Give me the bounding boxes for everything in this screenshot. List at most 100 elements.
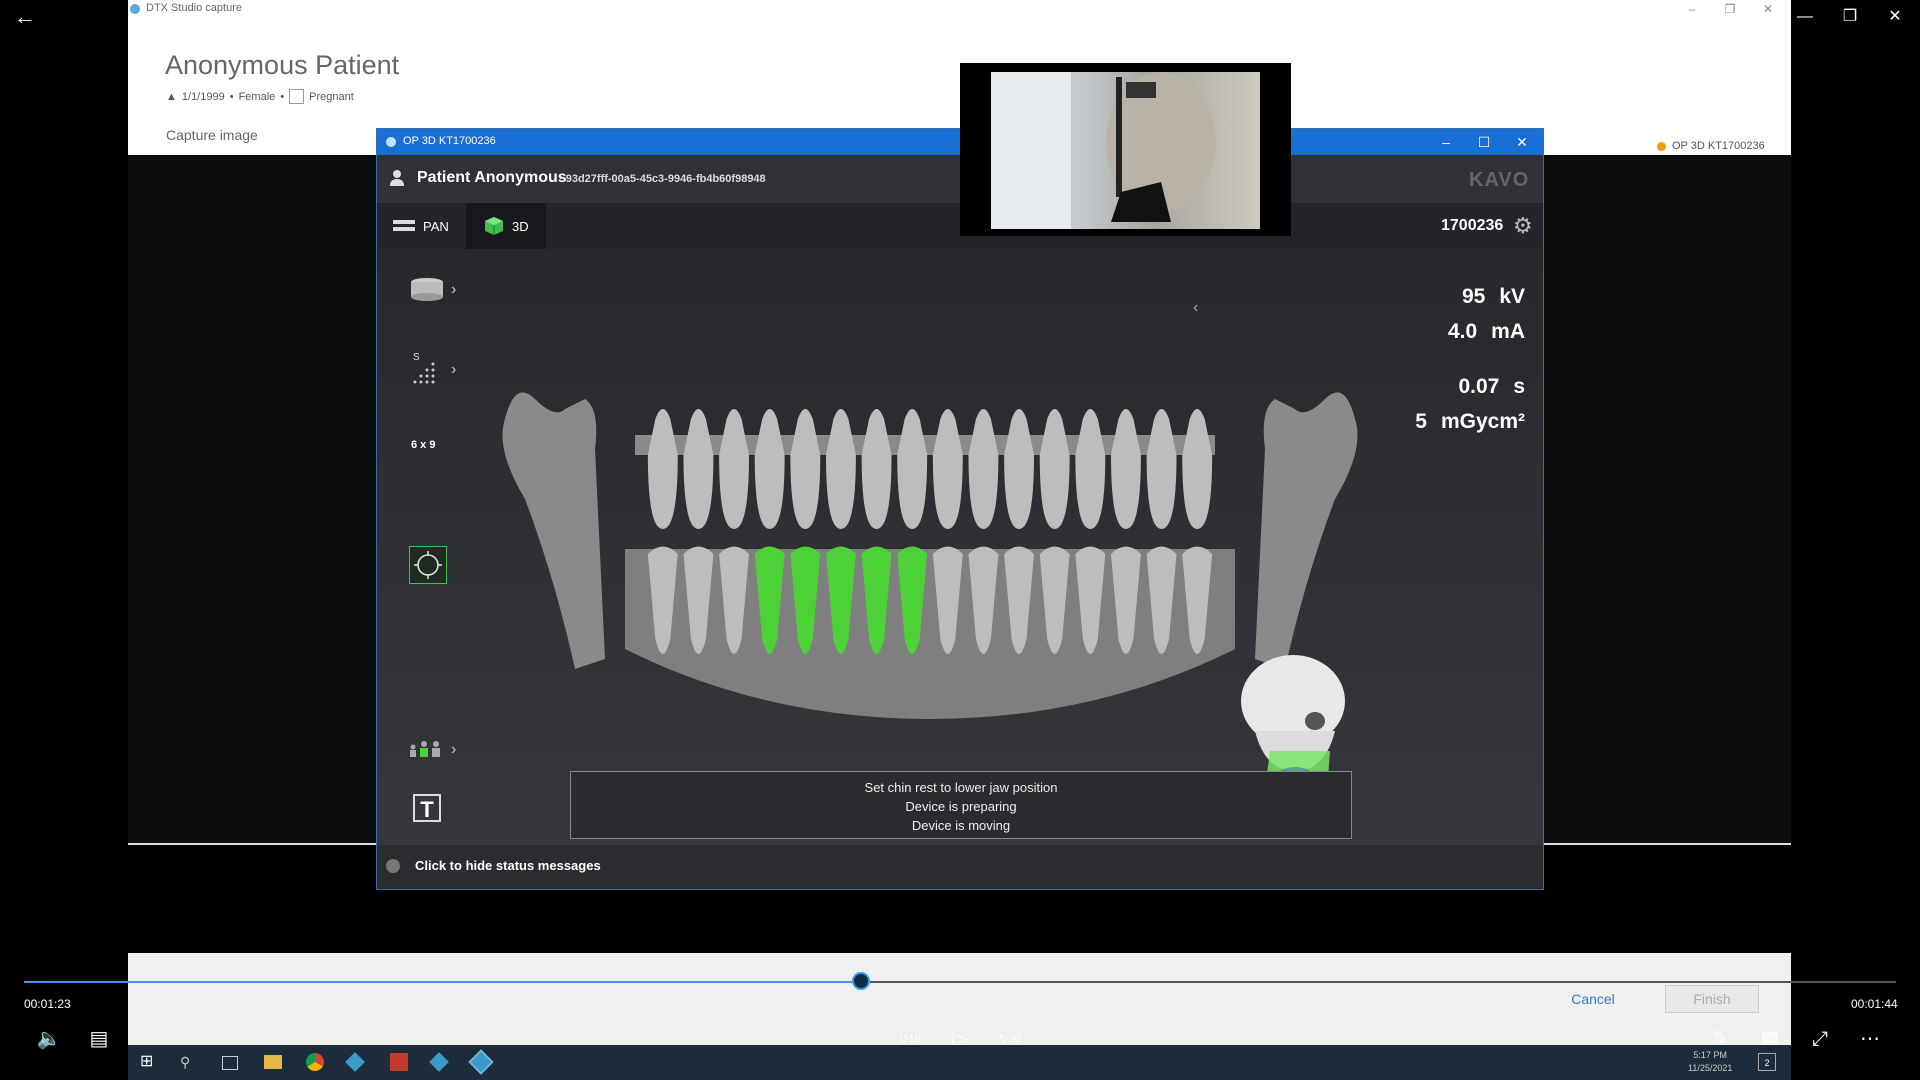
current-time: 00:01:23 (24, 997, 71, 1011)
notification-icon[interactable]: 2 (1758, 1053, 1776, 1071)
status-message: Device is moving (911, 818, 1011, 833)
modal-minimize-button[interactable]: – (1427, 129, 1465, 155)
left-ramus (502, 392, 605, 669)
upper-tooth[interactable] (968, 409, 999, 529)
upper-tooth[interactable] (825, 409, 856, 529)
cancel-button[interactable]: Cancel (1550, 985, 1636, 1013)
cube-icon (485, 217, 503, 235)
param-dose-value: 5 (1415, 410, 1427, 433)
file-explorer-icon[interactable] (264, 1055, 282, 1069)
device-serial: 1700236 (1441, 217, 1504, 234)
hide-status-messages-link[interactable]: Click to hide status messages (415, 858, 601, 873)
status-messages-box: Set chin rest to lower jaw position Devi… (570, 771, 1352, 839)
taskbar-time: 5:17 PM (1693, 1050, 1727, 1060)
upper-tooth[interactable] (1039, 409, 1070, 529)
param-kv-value: 95 (1461, 285, 1486, 308)
player-minimize-button[interactable]: — (1787, 4, 1823, 30)
fov-cylinder-icon[interactable] (409, 277, 445, 303)
upper-tooth[interactable] (790, 409, 821, 529)
upper-tooth[interactable] (1146, 409, 1177, 529)
op3d-taskbar-icon[interactable] (468, 1049, 494, 1075)
param-ma-value: 4.0 (1447, 320, 1478, 343)
search-icon[interactable]: ⚲ (180, 1053, 198, 1071)
skip-back-label: 10 (908, 1033, 921, 1045)
more-options-icon[interactable]: ⋯ (1853, 1025, 1887, 1053)
dtx-restore-button[interactable]: ❐ (1714, 0, 1746, 18)
finish-button[interactable]: Finish (1665, 985, 1759, 1013)
patient-size-icon[interactable] (407, 739, 443, 759)
pan-icon (393, 220, 415, 231)
dtx-app-icon (130, 4, 140, 14)
windows-start-icon[interactable]: ⊞ (140, 1053, 158, 1071)
param-time: 0.07 s (1458, 375, 1525, 399)
fullscreen-icon[interactable]: ⤢ (1803, 1025, 1837, 1053)
progress-fill (24, 981, 863, 983)
dtx-taskbar-icon[interactable] (345, 1052, 365, 1072)
text-tool-icon[interactable]: T (413, 794, 441, 822)
person-icon (390, 170, 404, 186)
progress-knob[interactable] (852, 972, 870, 990)
tab-3d[interactable]: 3D (466, 203, 546, 249)
taskbar-date: 11/25/2021 (1688, 1063, 1733, 1073)
modal-close-button[interactable]: ✕ (1503, 129, 1541, 155)
modal-app-icon (386, 137, 396, 147)
chrome-icon[interactable] (306, 1053, 324, 1071)
gear-icon[interactable]: ⚙ (1513, 215, 1535, 237)
upper-tooth[interactable] (1075, 409, 1106, 529)
capture-content: › 6 x 9 S › › T ‹ 95 kV 4.0 mA 0.07 s 5 … (377, 249, 1543, 845)
positioning-target-button[interactable] (409, 546, 447, 584)
resolution-dots-icon[interactable] (413, 360, 441, 388)
param-dose-unit: mGycm² (1440, 410, 1525, 433)
upper-tooth[interactable] (861, 409, 892, 529)
tab-pan-label: PAN (423, 218, 449, 234)
capture-image-label: Capture image (166, 127, 258, 143)
patient-size-chevron-icon[interactable]: › (451, 741, 456, 759)
param-ma: 4.0 mA (1448, 320, 1525, 344)
upper-tooth[interactable] (683, 409, 714, 529)
upper-tooth[interactable] (754, 409, 785, 529)
patient-dob: 1/1/1999 (181, 90, 225, 103)
dtx-minimize-button[interactable]: – (1676, 0, 1708, 18)
volume-icon[interactable]: 🔈 (32, 1025, 66, 1053)
patient-name-heading: Anonymous Patient (165, 50, 400, 80)
back-arrow-icon[interactable]: ← (10, 4, 40, 30)
resolution-chevron-icon[interactable]: › (451, 361, 456, 379)
player-maximize-button[interactable]: ❐ (1832, 4, 1868, 30)
mandible-body (625, 549, 1235, 719)
right-ramus (1255, 392, 1358, 669)
modal-maximize-button[interactable]: ☐ (1465, 129, 1503, 155)
camera-image (991, 72, 1260, 229)
status-footer: Click to hide status messages (377, 845, 1543, 889)
upper-tooth[interactable] (1110, 409, 1141, 529)
param-kv-unit: kV (1499, 285, 1525, 308)
status-message: Set chin rest to lower jaw position (864, 780, 1058, 795)
player-close-button[interactable]: ✕ (1877, 4, 1913, 30)
upper-tooth[interactable] (719, 409, 750, 529)
camera-scene (991, 72, 1216, 229)
upper-tooth[interactable] (1182, 409, 1213, 529)
task-view-icon[interactable] (222, 1056, 238, 1070)
windows-taskbar: ⊞ ⚲ 5:17 PM 11/25/2021 2 (128, 1045, 1791, 1080)
pregnant-checkbox[interactable] (289, 89, 305, 104)
upper-tooth[interactable] (932, 409, 963, 529)
app-red-icon[interactable] (390, 1053, 408, 1071)
dtx-window-title: DTX Studio capture (146, 2, 242, 14)
upper-tooth[interactable] (1004, 409, 1035, 529)
fov-chevron-icon[interactable]: › (451, 281, 456, 299)
app-hex-icon[interactable] (429, 1052, 449, 1072)
header-patient-name: Patient Anonymous (417, 169, 567, 186)
taskbar-clock: 5:17 PM 11/25/2021 (1688, 1049, 1732, 1075)
fov-label: 6 x 9 (411, 439, 436, 451)
captions-icon[interactable]: ▤ (82, 1025, 116, 1053)
device-status-label: OP 3D KT1700236 (1672, 140, 1765, 152)
skip-forward-label: 30 (1008, 1033, 1021, 1045)
tab-pan[interactable]: PAN (393, 203, 465, 249)
status-toggle-icon[interactable] (386, 859, 400, 873)
dtx-close-button[interactable]: ✕ (1752, 0, 1784, 18)
params-collapse-chevron-icon[interactable]: ‹ (1193, 299, 1198, 317)
upper-tooth[interactable] (897, 409, 928, 529)
upper-tooth[interactable] (647, 409, 678, 529)
param-ma-unit: mA (1491, 320, 1525, 343)
lock-icon: ▲ (166, 90, 177, 103)
param-time-value: 0.07 (1458, 375, 1500, 398)
